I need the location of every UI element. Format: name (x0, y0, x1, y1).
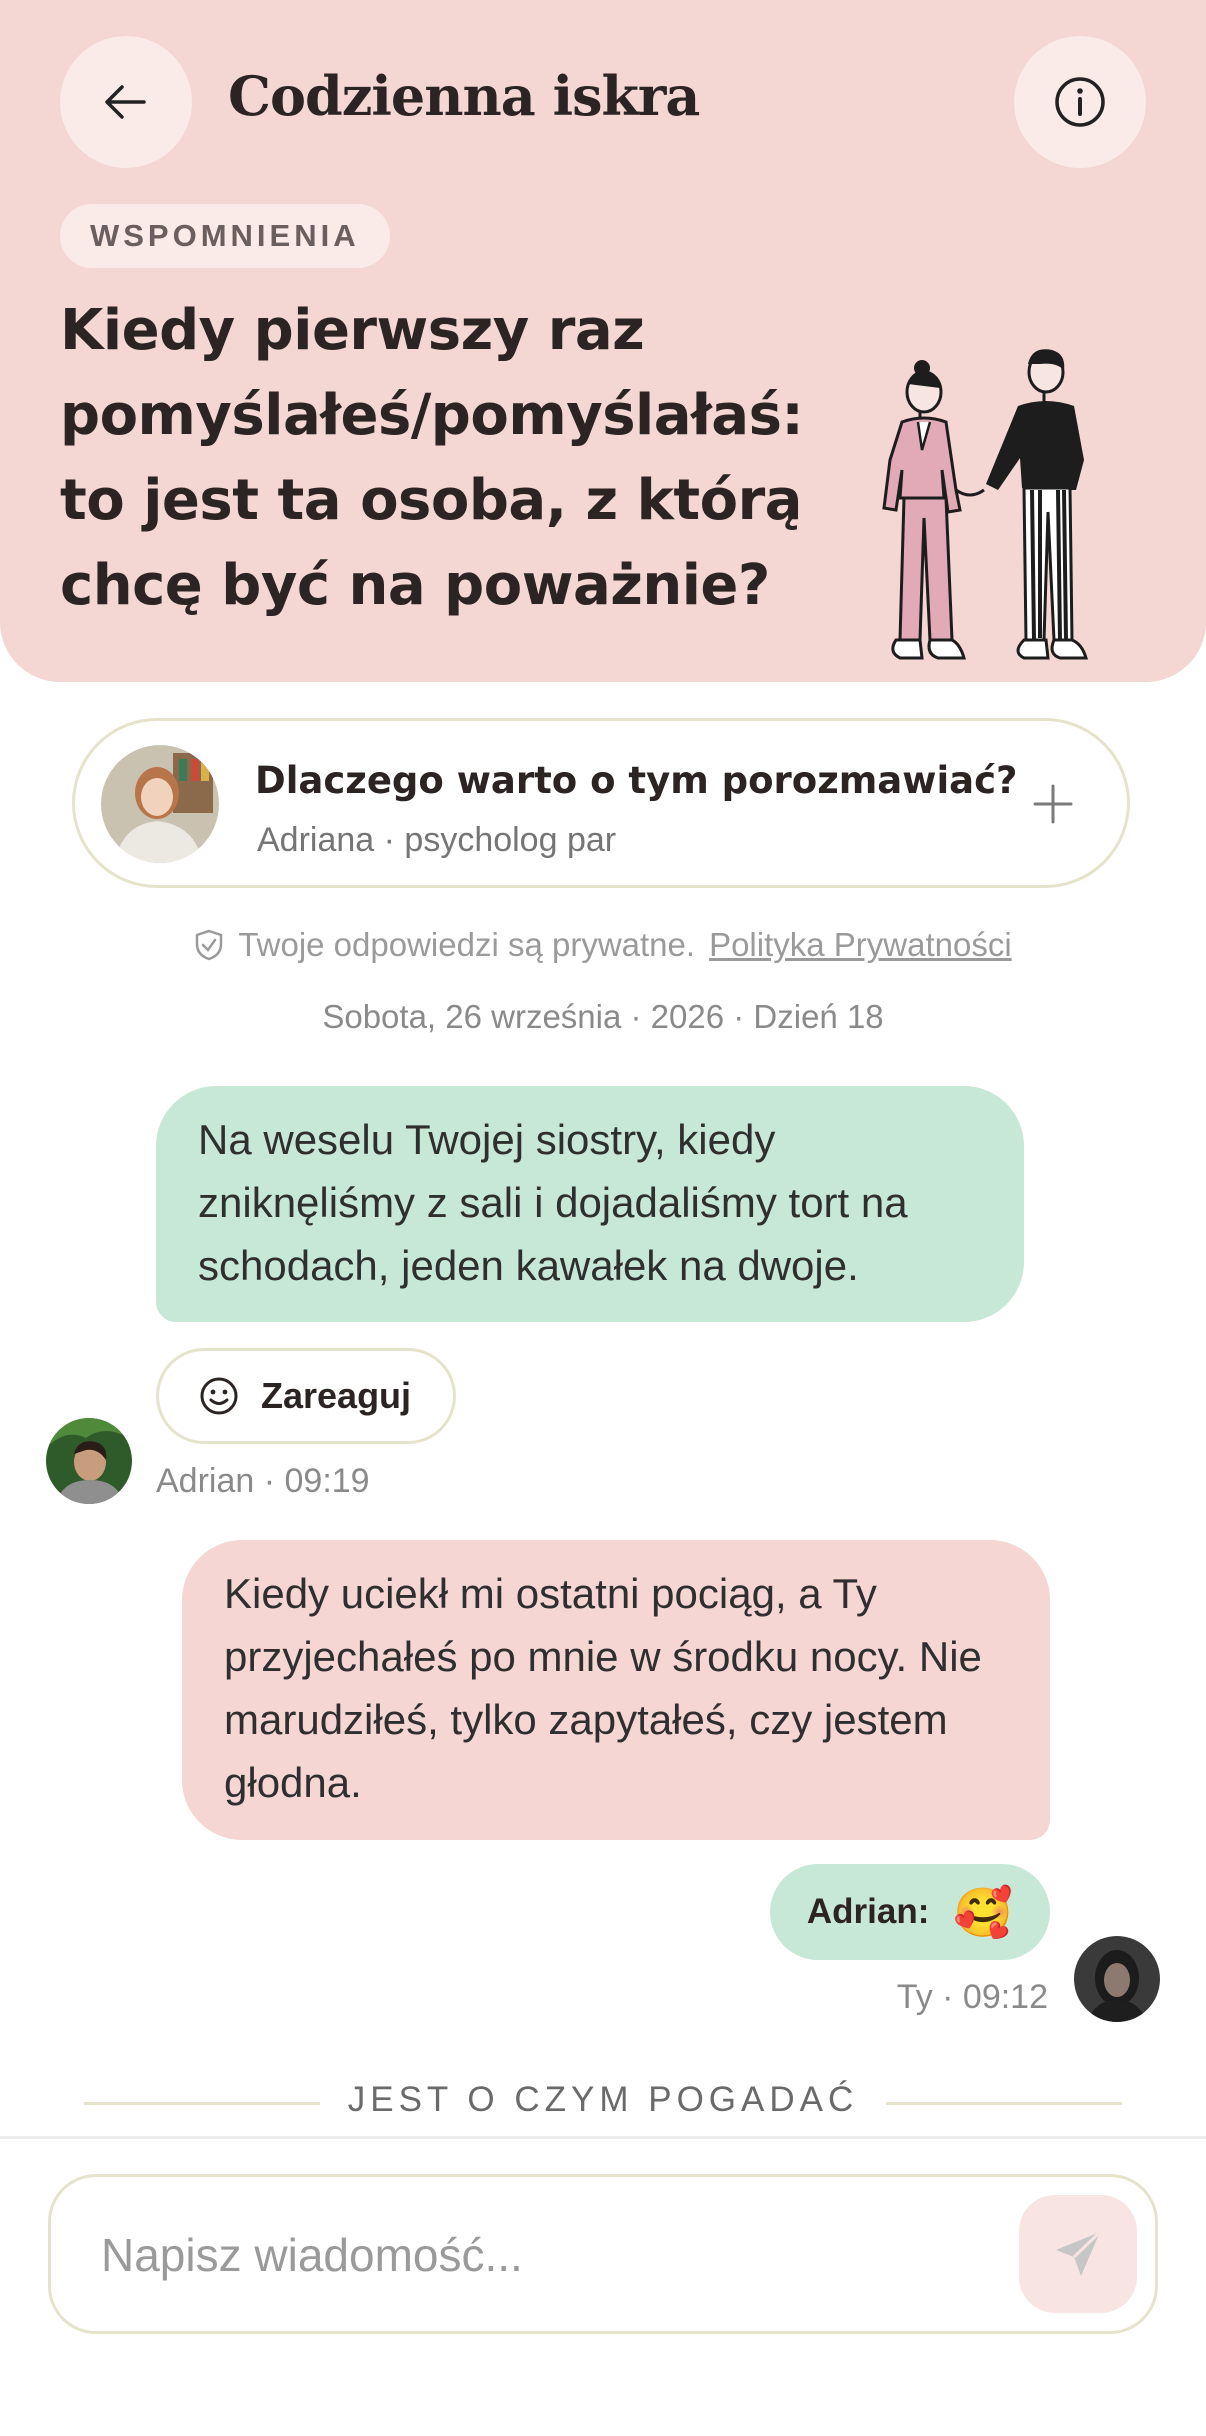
section-divider: JEST O CZYM POGADAĆ (347, 2080, 859, 2119)
composer-separator (0, 2136, 1206, 2139)
privacy-policy-link[interactable]: Polityka Prywatności (709, 926, 1012, 964)
send-button[interactable] (1019, 2195, 1137, 2313)
message-meta: Adrian · 09:19 (156, 1462, 370, 1500)
react-button[interactable]: Zareaguj (156, 1348, 456, 1444)
expert-avatar (101, 745, 219, 863)
couple-holding-hands-illustration (882, 349, 1088, 660)
plus-icon[interactable] (1033, 784, 1073, 824)
expert-card-title: Dlaczego warto o tym porozmawiać? (255, 759, 1018, 802)
expert-card-subtitle: Adriana · psycholog par (257, 821, 617, 859)
arrow-left-icon (105, 85, 146, 119)
category-badge: WSPOMNIENIA (60, 204, 390, 268)
send-icon (1056, 2230, 1102, 2276)
message-bubble-partner: Na weselu Twojej siostry, kiedy zniknęli… (156, 1086, 1024, 1322)
divider-line-right (886, 2102, 1122, 2105)
message-input[interactable] (99, 2227, 963, 2283)
back-button[interactable] (60, 36, 192, 168)
info-button[interactable] (1014, 36, 1146, 168)
message-bubble-own: Kiedy uciekł mi ostatni pociąg, a Ty prz… (182, 1540, 1050, 1840)
prompt-header: Codzienna iskra WSPOMNIENIA Kiedy pierws… (0, 0, 1206, 682)
question-text: Kiedy pierwszy raz pomyślałeś/pomyślałaś… (60, 298, 804, 618)
date-line: Sobota, 26 września · 2026 · Dzień 18 (322, 998, 884, 1035)
smiley-icon (200, 1377, 238, 1415)
info-icon (1055, 77, 1105, 127)
expert-card[interactable]: Dlaczego warto o tym porozmawiać? Adrian… (72, 718, 1130, 888)
privacy-note: Twoje odpowiedzi są prywatne. Polityka P… (0, 926, 1206, 964)
message-composer (48, 2174, 1158, 2334)
avatar (46, 1418, 132, 1504)
shield-check-icon (196, 929, 223, 961)
app-title: Codzienna iskra (228, 64, 700, 128)
message-meta: Ty · 09:12 (896, 1978, 1048, 2016)
reaction-author: Adrian: (806, 1892, 930, 1931)
privacy-text: Twoje odpowiedzi są prywatne. (238, 926, 696, 963)
avatar (1074, 1936, 1160, 2022)
reaction-pill[interactable]: Adrian: 🥰 (770, 1864, 1050, 1960)
react-button-label: Zareaguj (261, 1375, 412, 1416)
reaction-emoji: 🥰 (953, 1886, 1014, 1940)
